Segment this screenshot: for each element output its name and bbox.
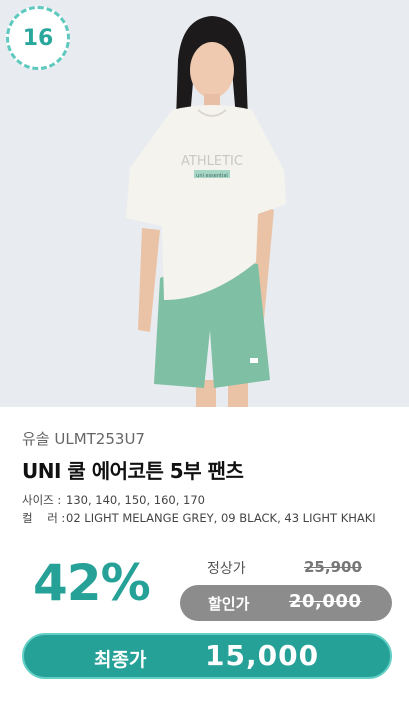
final-price-label: 최종가 (94, 649, 147, 671)
size-label: 사이즈 : (22, 493, 62, 507)
sale-price: 20,000 (289, 591, 362, 612)
size-values: 130, 140, 150, 160, 170 (66, 493, 205, 507)
product-code: 유솔 ULMT253U7 (22, 430, 145, 448)
product-photo[interactable]: ATHLETIC uni essential 16 (0, 0, 409, 407)
product-info: 유솔 ULMT253U7 UNI 쿨 에어코튼 5부 팬츠 사이즈 : 130, … (0, 407, 409, 714)
color-label: 컬 러 : (22, 511, 66, 525)
regular-price-label: 정상가 (207, 561, 246, 577)
svg-text:ATHLETIC: ATHLETIC (181, 154, 243, 169)
color-spec: 컬 러 :02 LIGHT MELANGE GREY, 09 BLACK, 43… (22, 510, 382, 527)
discount-rate: 42% (33, 554, 151, 612)
rank-badge: 16 (6, 6, 70, 70)
sale-price-label: 할인가 (208, 595, 250, 613)
product-title[interactable]: UNI 쿨 에어코튼 5부 팬츠 (22, 455, 244, 484)
color-values: 02 LIGHT MELANGE GREY, 09 BLACK, 43 LIGH… (66, 511, 376, 525)
final-price: 15,000 (205, 639, 320, 672)
model-illustration: ATHLETIC uni essential (0, 0, 409, 407)
size-spec: 사이즈 : 130, 140, 150, 160, 170 (22, 492, 205, 509)
rank-number: 16 (22, 25, 54, 51)
product-card[interactable]: ATHLETIC uni essential 16 유솔 ULMT253U7 U… (0, 0, 409, 714)
svg-text:uni essential: uni essential (196, 173, 228, 179)
regular-price: 25,900 (304, 558, 362, 576)
